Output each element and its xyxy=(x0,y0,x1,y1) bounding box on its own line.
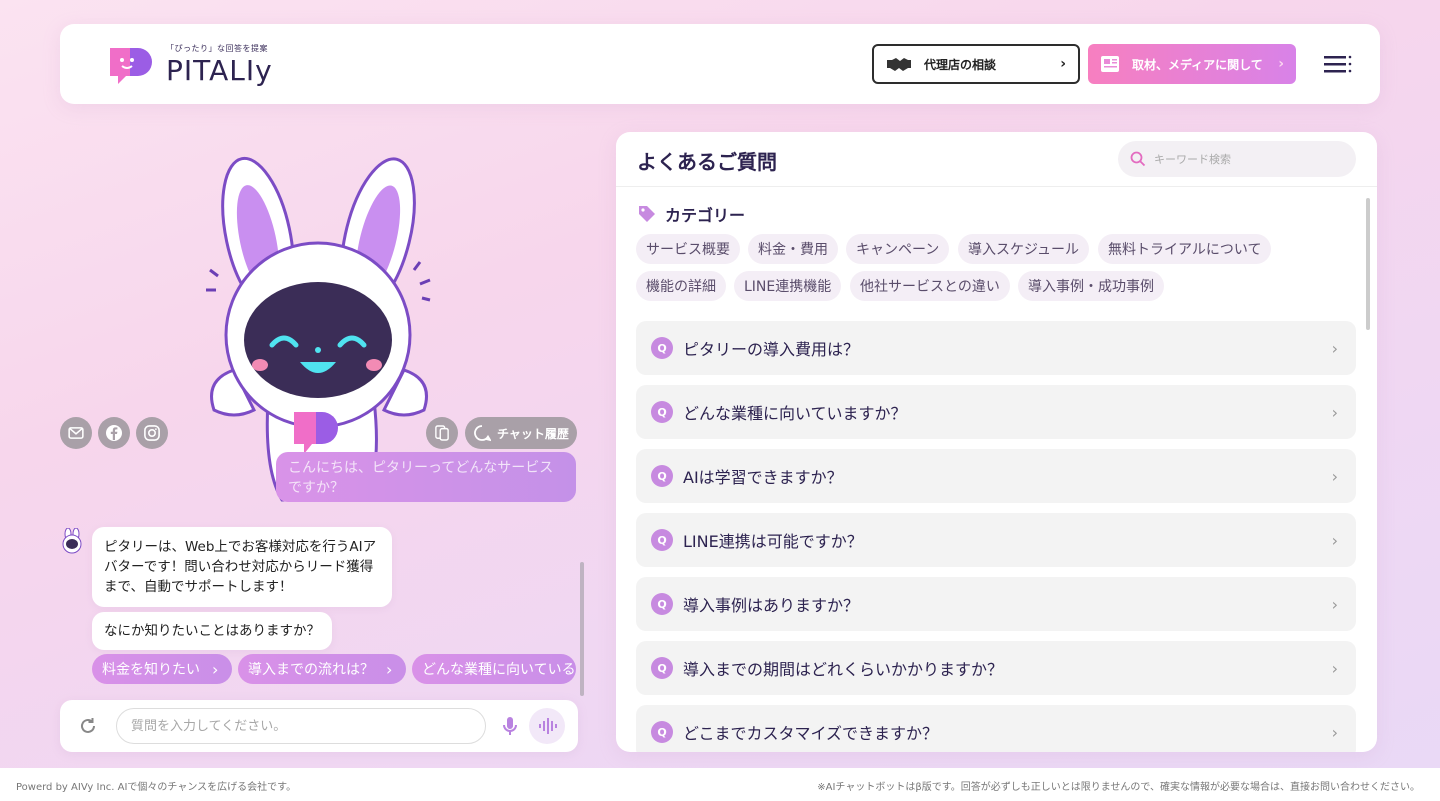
faq-search-box[interactable] xyxy=(1118,141,1356,177)
faq-scrollbar[interactable] xyxy=(1366,198,1370,330)
instagram-icon xyxy=(144,425,160,441)
voice-mode-button[interactable] xyxy=(529,708,565,744)
facebook-icon xyxy=(106,425,122,441)
chevron-right-icon: › xyxy=(386,659,393,679)
facebook-share-button[interactable] xyxy=(98,417,130,449)
faq-item[interactable]: Q 導入事例はありますか？ › xyxy=(636,577,1356,631)
logo-mark-icon xyxy=(110,48,152,84)
bot-message-bubble: なにか知りたいことはありますか？ xyxy=(92,612,332,650)
bot-avatar-icon xyxy=(62,528,82,554)
faq-item[interactable]: Q どんな業種に向いていますか？ › xyxy=(636,385,1356,439)
faq-question: 導入事例はありますか？ xyxy=(683,596,860,615)
q-badge: Q xyxy=(651,593,673,615)
category-chip[interactable]: サービス概要 xyxy=(636,234,740,264)
category-chip[interactable]: 導入事例・成功事例 xyxy=(1018,271,1164,301)
category-heading: カテゴリー xyxy=(637,202,745,226)
chat-input-bar xyxy=(60,700,578,752)
faq-divider xyxy=(616,186,1377,187)
user-message-bubble: こんにちは、ピタリーってどんなサービスですか？ xyxy=(276,452,576,502)
suggestion-label: 料金を知りたい xyxy=(102,662,200,678)
suggestion-chip-pricing[interactable]: 料金を知りたい › xyxy=(92,654,232,684)
category-chip[interactable]: 他社サービスとの違い xyxy=(850,271,1010,301)
chevron-right-icon: › xyxy=(1331,722,1338,742)
site-header: 「ぴったり」な回答を提案 PITALIy 代理店の相談 › 取材、メディアに関し… xyxy=(60,24,1380,104)
faq-question: LINE連携は可能ですか？ xyxy=(683,532,863,551)
translate-icon xyxy=(435,425,449,441)
q-badge: Q xyxy=(651,657,673,679)
faq-question: 導入までの期間はどれくらいかかりますか？ xyxy=(683,660,1004,679)
waveform-icon xyxy=(539,718,557,734)
agency-consult-label: 代理店の相談 xyxy=(924,57,997,72)
q-badge: Q xyxy=(651,721,673,743)
suggestion-chip-industry[interactable]: どんな業種に向いている xyxy=(412,654,576,684)
faq-question: どこまでカスタマイズできますか？ xyxy=(683,724,939,743)
chevron-right-icon: › xyxy=(1331,402,1338,422)
faq-question: ピタリーの導入費用は？ xyxy=(683,340,860,359)
tag-icon xyxy=(639,206,655,222)
chat-history-icon xyxy=(474,425,491,442)
category-chip[interactable]: 機能の詳細 xyxy=(636,271,726,301)
q-badge: Q xyxy=(651,401,673,423)
faq-question: どんな業種に向いていますか？ xyxy=(683,404,907,423)
instagram-share-button[interactable] xyxy=(136,417,168,449)
faq-question: AIは学習できますか？ xyxy=(683,468,843,487)
bot-message-bubble: ピタリーは、Web上でお客様対応を行うAIアバターです！問い合わせ対応からリード… xyxy=(92,527,392,607)
faq-item[interactable]: Q どこまでカスタマイズできますか？ › xyxy=(636,705,1356,752)
suggestion-label: どんな業種に向いている xyxy=(422,662,576,678)
footer-disclaimer: ※AIチャットボットはβ版です。回答が必ずしも正しいとは限りませんので、確実な情… xyxy=(817,782,1420,793)
chevron-right-icon: › xyxy=(212,659,219,679)
pitaliy-logo[interactable]: 「ぴったり」な回答を提案 PITALIy xyxy=(106,40,276,90)
faq-panel: よくあるご質問 カテゴリー サービス概要 料金・費用 キャンペーン 導入スケジュ… xyxy=(616,132,1377,752)
handshake-icon xyxy=(887,58,911,71)
chevron-right-icon: › xyxy=(1331,594,1338,614)
category-chip[interactable]: 無料トライアルについて xyxy=(1098,234,1272,264)
translate-button[interactable] xyxy=(426,417,458,449)
category-chip[interactable]: 導入スケジュール xyxy=(958,234,1090,264)
agency-consult-button[interactable]: 代理店の相談 › xyxy=(872,44,1080,84)
search-icon xyxy=(1130,151,1146,167)
chevron-right-icon: › xyxy=(1331,338,1338,358)
suggestion-label: 導入までの流れは？ xyxy=(248,662,374,678)
faq-title: よくあるご質問 xyxy=(637,150,777,174)
chat-scrollbar[interactable] xyxy=(580,562,584,696)
media-inquiry-label: 取材、メディアに関して xyxy=(1132,57,1263,72)
mail-share-button[interactable] xyxy=(60,417,92,449)
q-badge: Q xyxy=(651,337,673,359)
site-footer: Powerd by AIVy Inc. AIで個々のチャンスを広げる会社です。 … xyxy=(0,768,1440,801)
chevron-right-icon: › xyxy=(1331,530,1338,550)
media-inquiry-button[interactable]: 取材、メディアに関して › xyxy=(1088,44,1296,84)
microphone-icon[interactable] xyxy=(498,714,522,738)
faq-item[interactable]: Q ピタリーの導入費用は？ › xyxy=(636,321,1356,375)
question-input[interactable] xyxy=(116,708,486,744)
chat-history-button[interactable]: チャット履歴 xyxy=(465,417,577,449)
hamburger-menu-icon[interactable] xyxy=(1324,54,1352,74)
refresh-icon[interactable] xyxy=(78,716,98,736)
faq-item[interactable]: Q 導入までの期間はどれくらいかかりますか？ › xyxy=(636,641,1356,695)
logo-text: PITALIy xyxy=(166,54,273,87)
mail-icon xyxy=(68,427,84,439)
chevron-right-icon: › xyxy=(1060,56,1066,72)
chevron-right-icon: › xyxy=(1331,658,1338,678)
category-label: カテゴリー xyxy=(665,206,746,225)
category-chip[interactable]: キャンペーン xyxy=(846,234,950,264)
category-chip[interactable]: 料金・費用 xyxy=(748,234,838,264)
logo-tagline: 「ぴったり」な回答を提案 xyxy=(166,44,268,53)
q-badge: Q xyxy=(651,465,673,487)
chevron-right-icon: › xyxy=(1278,56,1284,72)
faq-item[interactable]: Q AIは学習できますか？ › xyxy=(636,449,1356,503)
faq-search-input[interactable] xyxy=(1154,152,1344,166)
chat-history-label: チャット履歴 xyxy=(497,426,569,441)
chevron-right-icon: › xyxy=(1331,466,1338,486)
category-chip[interactable]: LINE連携機能 xyxy=(734,271,842,301)
q-badge: Q xyxy=(651,529,673,551)
footer-credit: Powerd by AIVy Inc. AIで個々のチャンスを広げる会社です。 xyxy=(16,782,297,793)
faq-item[interactable]: Q LINE連携は可能ですか？ › xyxy=(636,513,1356,567)
newspaper-icon xyxy=(1101,56,1119,72)
suggestion-chip-flow[interactable]: 導入までの流れは？ › xyxy=(238,654,406,684)
